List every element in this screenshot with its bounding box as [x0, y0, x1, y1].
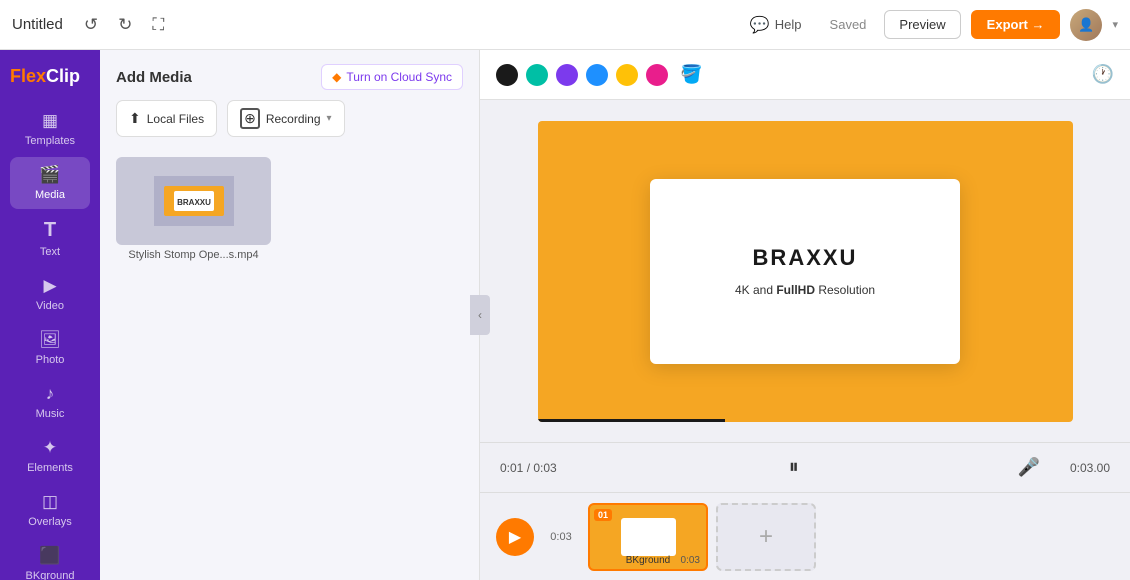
- sub-suffix: Resolution: [815, 283, 875, 297]
- sidebar-item-music[interactable]: ♪ Music: [10, 376, 90, 428]
- upload-icon: ⬆: [129, 110, 141, 127]
- player-duration: 0:03.00: [1050, 461, 1110, 475]
- local-files-button[interactable]: ⬆ Local Files: [116, 100, 217, 137]
- record-icon: ⊕: [240, 108, 260, 129]
- timeline: ▶ 0:03 01 BKground 0:03 +: [480, 492, 1130, 580]
- color-yellow[interactable]: [616, 64, 638, 86]
- media-item-label: Stylish Stomp Ope...s.mp4: [128, 249, 258, 261]
- fullscreen-button[interactable]: ⛶: [147, 11, 169, 39]
- color-black[interactable]: [496, 64, 518, 86]
- sidebar-label-overlays: Overlays: [28, 516, 71, 528]
- main-layout: FlexClip ▦ Templates 🎬 Media T Text ▶ Vi…: [0, 50, 1130, 580]
- sidebar-label-templates: Templates: [25, 135, 75, 147]
- elements-icon: ✦: [43, 438, 57, 458]
- help-button[interactable]: 💬 Help: [740, 10, 812, 40]
- panel-title: Add Media: [116, 69, 192, 86]
- sidebar-label-photo: Photo: [36, 354, 65, 366]
- export-button[interactable]: Export →: [971, 10, 1061, 39]
- saved-status: Saved: [822, 12, 875, 37]
- color-toolbar: 🪣 🕐: [480, 50, 1130, 100]
- canvas-column: 🪣 🕐 BRAXXU 4K and FullHD Resolution 0:01…: [480, 50, 1130, 580]
- clip-badge: 01: [594, 509, 612, 521]
- add-clip-button[interactable]: +: [716, 503, 816, 571]
- canvas-progress-bar: [538, 419, 725, 422]
- sidebar-item-video[interactable]: ▶ Video: [10, 268, 90, 320]
- sidebar: FlexClip ▦ Templates 🎬 Media T Text ▶ Vi…: [0, 50, 100, 580]
- media-item[interactable]: BRAXXU Stylish Stomp Ope...s.mp4: [116, 157, 271, 261]
- video-icon: ▶: [43, 276, 56, 296]
- sidebar-item-elements[interactable]: ✦ Elements: [10, 430, 90, 482]
- music-icon: ♪: [46, 384, 55, 404]
- media-thumbnail: BRAXXU: [116, 157, 271, 245]
- sidebar-label-music: Music: [36, 408, 65, 420]
- sidebar-item-templates[interactable]: ▦ Templates: [10, 103, 90, 155]
- color-teal[interactable]: [526, 64, 548, 86]
- photo-icon: 🖼: [39, 330, 61, 350]
- sidebar-item-media[interactable]: 🎬 Media: [10, 157, 90, 209]
- chat-icon: 💬: [750, 15, 770, 35]
- sub-bold: FullHD: [776, 283, 815, 297]
- fill-tool-icon[interactable]: 🪣: [676, 62, 706, 87]
- player-pause-button[interactable]: ⏸: [789, 456, 799, 479]
- thumb-preview: BRAXXU: [116, 157, 271, 245]
- player-current-time: 0:01 / 0:03: [500, 461, 570, 475]
- canvas-card: BRAXXU 4K and FullHD Resolution: [650, 179, 960, 364]
- topbar: Untitled ↺ ↻ ⛶ 💬 Help Saved Preview Expo…: [0, 0, 1130, 50]
- redo-button[interactable]: ↻: [113, 11, 137, 39]
- history-icon[interactable]: 🕐: [1092, 64, 1114, 85]
- undo-button[interactable]: ↺: [79, 11, 103, 39]
- color-purple[interactable]: [556, 64, 578, 86]
- title: Untitled: [12, 16, 63, 33]
- panel-wrapper: Add Media ◆ Turn on Cloud Sync ⬆ Local F…: [100, 50, 480, 580]
- account-chevron[interactable]: ▾: [1112, 18, 1118, 31]
- canvas-brand-text: BRAXXU: [753, 245, 858, 271]
- clip-label: BKground: [626, 555, 670, 566]
- text-icon: T: [44, 219, 56, 242]
- canvas-wrapper: BRAXXU 4K and FullHD Resolution: [480, 100, 1130, 442]
- media-grid: BRAXXU Stylish Stomp Ope...s.mp4: [116, 157, 463, 261]
- player-bar: 0:01 / 0:03 ⏸ 🎤 0:03.00: [480, 442, 1130, 492]
- sub-prefix: 4K and: [735, 283, 776, 297]
- color-blue[interactable]: [586, 64, 608, 86]
- overlays-icon: ◫: [42, 492, 58, 512]
- sidebar-item-text[interactable]: T Text: [10, 211, 90, 266]
- timeline-clip-1[interactable]: 01 BKground 0:03: [588, 503, 708, 571]
- timeline-play-button[interactable]: ▶: [496, 518, 534, 556]
- timeline-duration: 0:03: [546, 531, 576, 543]
- sidebar-label-media: Media: [35, 189, 65, 201]
- panel-collapse-button[interactable]: ‹: [470, 295, 490, 335]
- media-panel: Add Media ◆ Turn on Cloud Sync ⬆ Local F…: [100, 50, 480, 580]
- svg-text:BRAXXU: BRAXXU: [177, 198, 211, 207]
- panel-content: BRAXXU Stylish Stomp Ope...s.mp4: [100, 149, 479, 580]
- sidebar-label-bkground: BKground: [26, 570, 75, 580]
- avatar[interactable]: 👤: [1070, 9, 1102, 41]
- clip-duration: 0:03: [681, 555, 700, 566]
- sidebar-label-text: Text: [40, 246, 60, 258]
- clip-thumbnail: [621, 518, 676, 556]
- player-mic-icon[interactable]: 🎤: [1018, 457, 1040, 478]
- bkground-icon: ⬛: [39, 546, 60, 566]
- cloud-sync-button[interactable]: ◆ Turn on Cloud Sync: [321, 64, 463, 90]
- recording-chevron[interactable]: ▾: [327, 113, 332, 124]
- color-pink[interactable]: [646, 64, 668, 86]
- sidebar-label-elements: Elements: [27, 462, 73, 474]
- diamond-icon: ◆: [332, 70, 341, 84]
- media-icon: 🎬: [39, 165, 60, 185]
- sidebar-item-bkground[interactable]: ⬛ BKground: [10, 538, 90, 580]
- panel-header: Add Media ◆ Turn on Cloud Sync: [100, 50, 479, 100]
- recording-button[interactable]: ⊕ Recording ▾: [227, 100, 344, 137]
- play-icon: ▶: [509, 527, 521, 547]
- plus-icon: +: [759, 523, 773, 551]
- canvas-frame[interactable]: BRAXXU 4K and FullHD Resolution: [538, 121, 1073, 422]
- sidebar-item-photo[interactable]: 🖼 Photo: [10, 322, 90, 374]
- templates-icon: ▦: [42, 111, 58, 131]
- timeline-track: 01 BKground 0:03 +: [588, 503, 816, 571]
- app-logo[interactable]: FlexClip: [0, 58, 90, 101]
- canvas-sub-text: 4K and FullHD Resolution: [735, 283, 875, 297]
- add-media-row: ⬆ Local Files ⊕ Recording ▾: [100, 100, 479, 149]
- sidebar-item-overlays[interactable]: ◫ Overlays: [10, 484, 90, 536]
- sidebar-label-video: Video: [36, 300, 64, 312]
- preview-button[interactable]: Preview: [884, 10, 960, 39]
